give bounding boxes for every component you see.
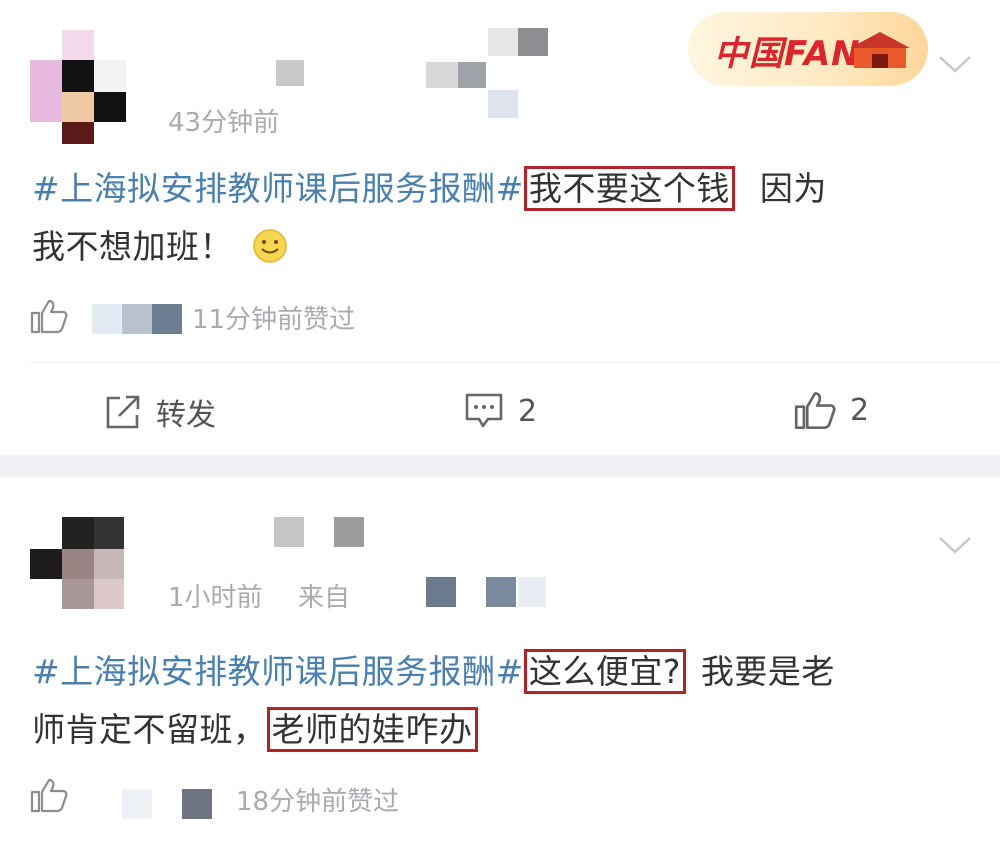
like-button[interactable]: 2 bbox=[794, 390, 869, 430]
avatar[interactable] bbox=[30, 30, 126, 144]
comment-text-line2: 师肯定不留班， bbox=[32, 710, 267, 749]
liker-avatars-blurred bbox=[122, 789, 214, 819]
repost-icon bbox=[106, 395, 140, 429]
comment-text-part: 我要是老 bbox=[700, 652, 835, 691]
comment-text: #上海拟安排教师课后服务报酬# 这么便宜? 我要是老 师肯定不留班， 老师的娃咋办 bbox=[32, 643, 972, 759]
comment-count: 2 bbox=[518, 393, 538, 429]
thumbs-up-icon bbox=[794, 392, 836, 430]
source-blurred bbox=[368, 577, 548, 607]
avatar[interactable] bbox=[30, 517, 126, 609]
username-blurred[interactable] bbox=[150, 517, 410, 551]
liked-time-text: 11分钟前赞过 bbox=[192, 305, 356, 335]
divider-line bbox=[30, 362, 1000, 363]
topic-link[interactable]: #上海拟安排教师课后服务报酬# bbox=[32, 169, 524, 208]
repost-button[interactable]: 转发 bbox=[104, 390, 216, 434]
smile-emoji-icon bbox=[253, 229, 287, 263]
source-label: 来自 bbox=[298, 583, 351, 613]
liked-time-text: 18分钟前赞过 bbox=[236, 787, 400, 817]
repost-label: 转发 bbox=[156, 398, 216, 433]
like-count: 2 bbox=[850, 392, 870, 428]
comment-time: 1小时前 bbox=[168, 583, 263, 613]
highlight-box: 老师的娃咋办 bbox=[266, 707, 478, 752]
section-divider bbox=[0, 455, 1000, 477]
comment-card-1: 43分钟前 中国FANS #上海拟安排教师课后服务报酬# 我不要这个钱 因为 我不… bbox=[0, 0, 1000, 455]
chevron-down-icon[interactable] bbox=[938, 54, 972, 74]
comment-text-line2: 我不想加班！ bbox=[32, 227, 233, 266]
liker-avatars-blurred bbox=[92, 304, 184, 334]
comment-time: 43分钟前 bbox=[168, 108, 280, 138]
chevron-down-icon[interactable] bbox=[938, 535, 972, 555]
topic-link[interactable]: #上海拟安排教师课后服务报酬# bbox=[32, 652, 524, 691]
like-icon bbox=[30, 778, 68, 813]
gate-icon bbox=[850, 32, 910, 68]
comment-text-part: 因为 bbox=[759, 169, 827, 208]
highlight-box: 这么便宜? bbox=[523, 649, 686, 694]
comment-button[interactable]: 2 bbox=[464, 392, 537, 430]
fan-badge: 中国FANS bbox=[688, 12, 928, 86]
highlight-box: 我不要这个钱 bbox=[523, 166, 735, 211]
comment-text: #上海拟安排教师课后服务报酬# 我不要这个钱 因为 我不想加班！ bbox=[32, 160, 972, 276]
like-icon bbox=[30, 299, 68, 334]
comment-icon bbox=[465, 393, 503, 428]
comment-card-2: 1小时前 来自 #上海拟安排教师课后服务报酬# 这么便宜? 我要是老 师肯定不留班… bbox=[0, 477, 1000, 864]
